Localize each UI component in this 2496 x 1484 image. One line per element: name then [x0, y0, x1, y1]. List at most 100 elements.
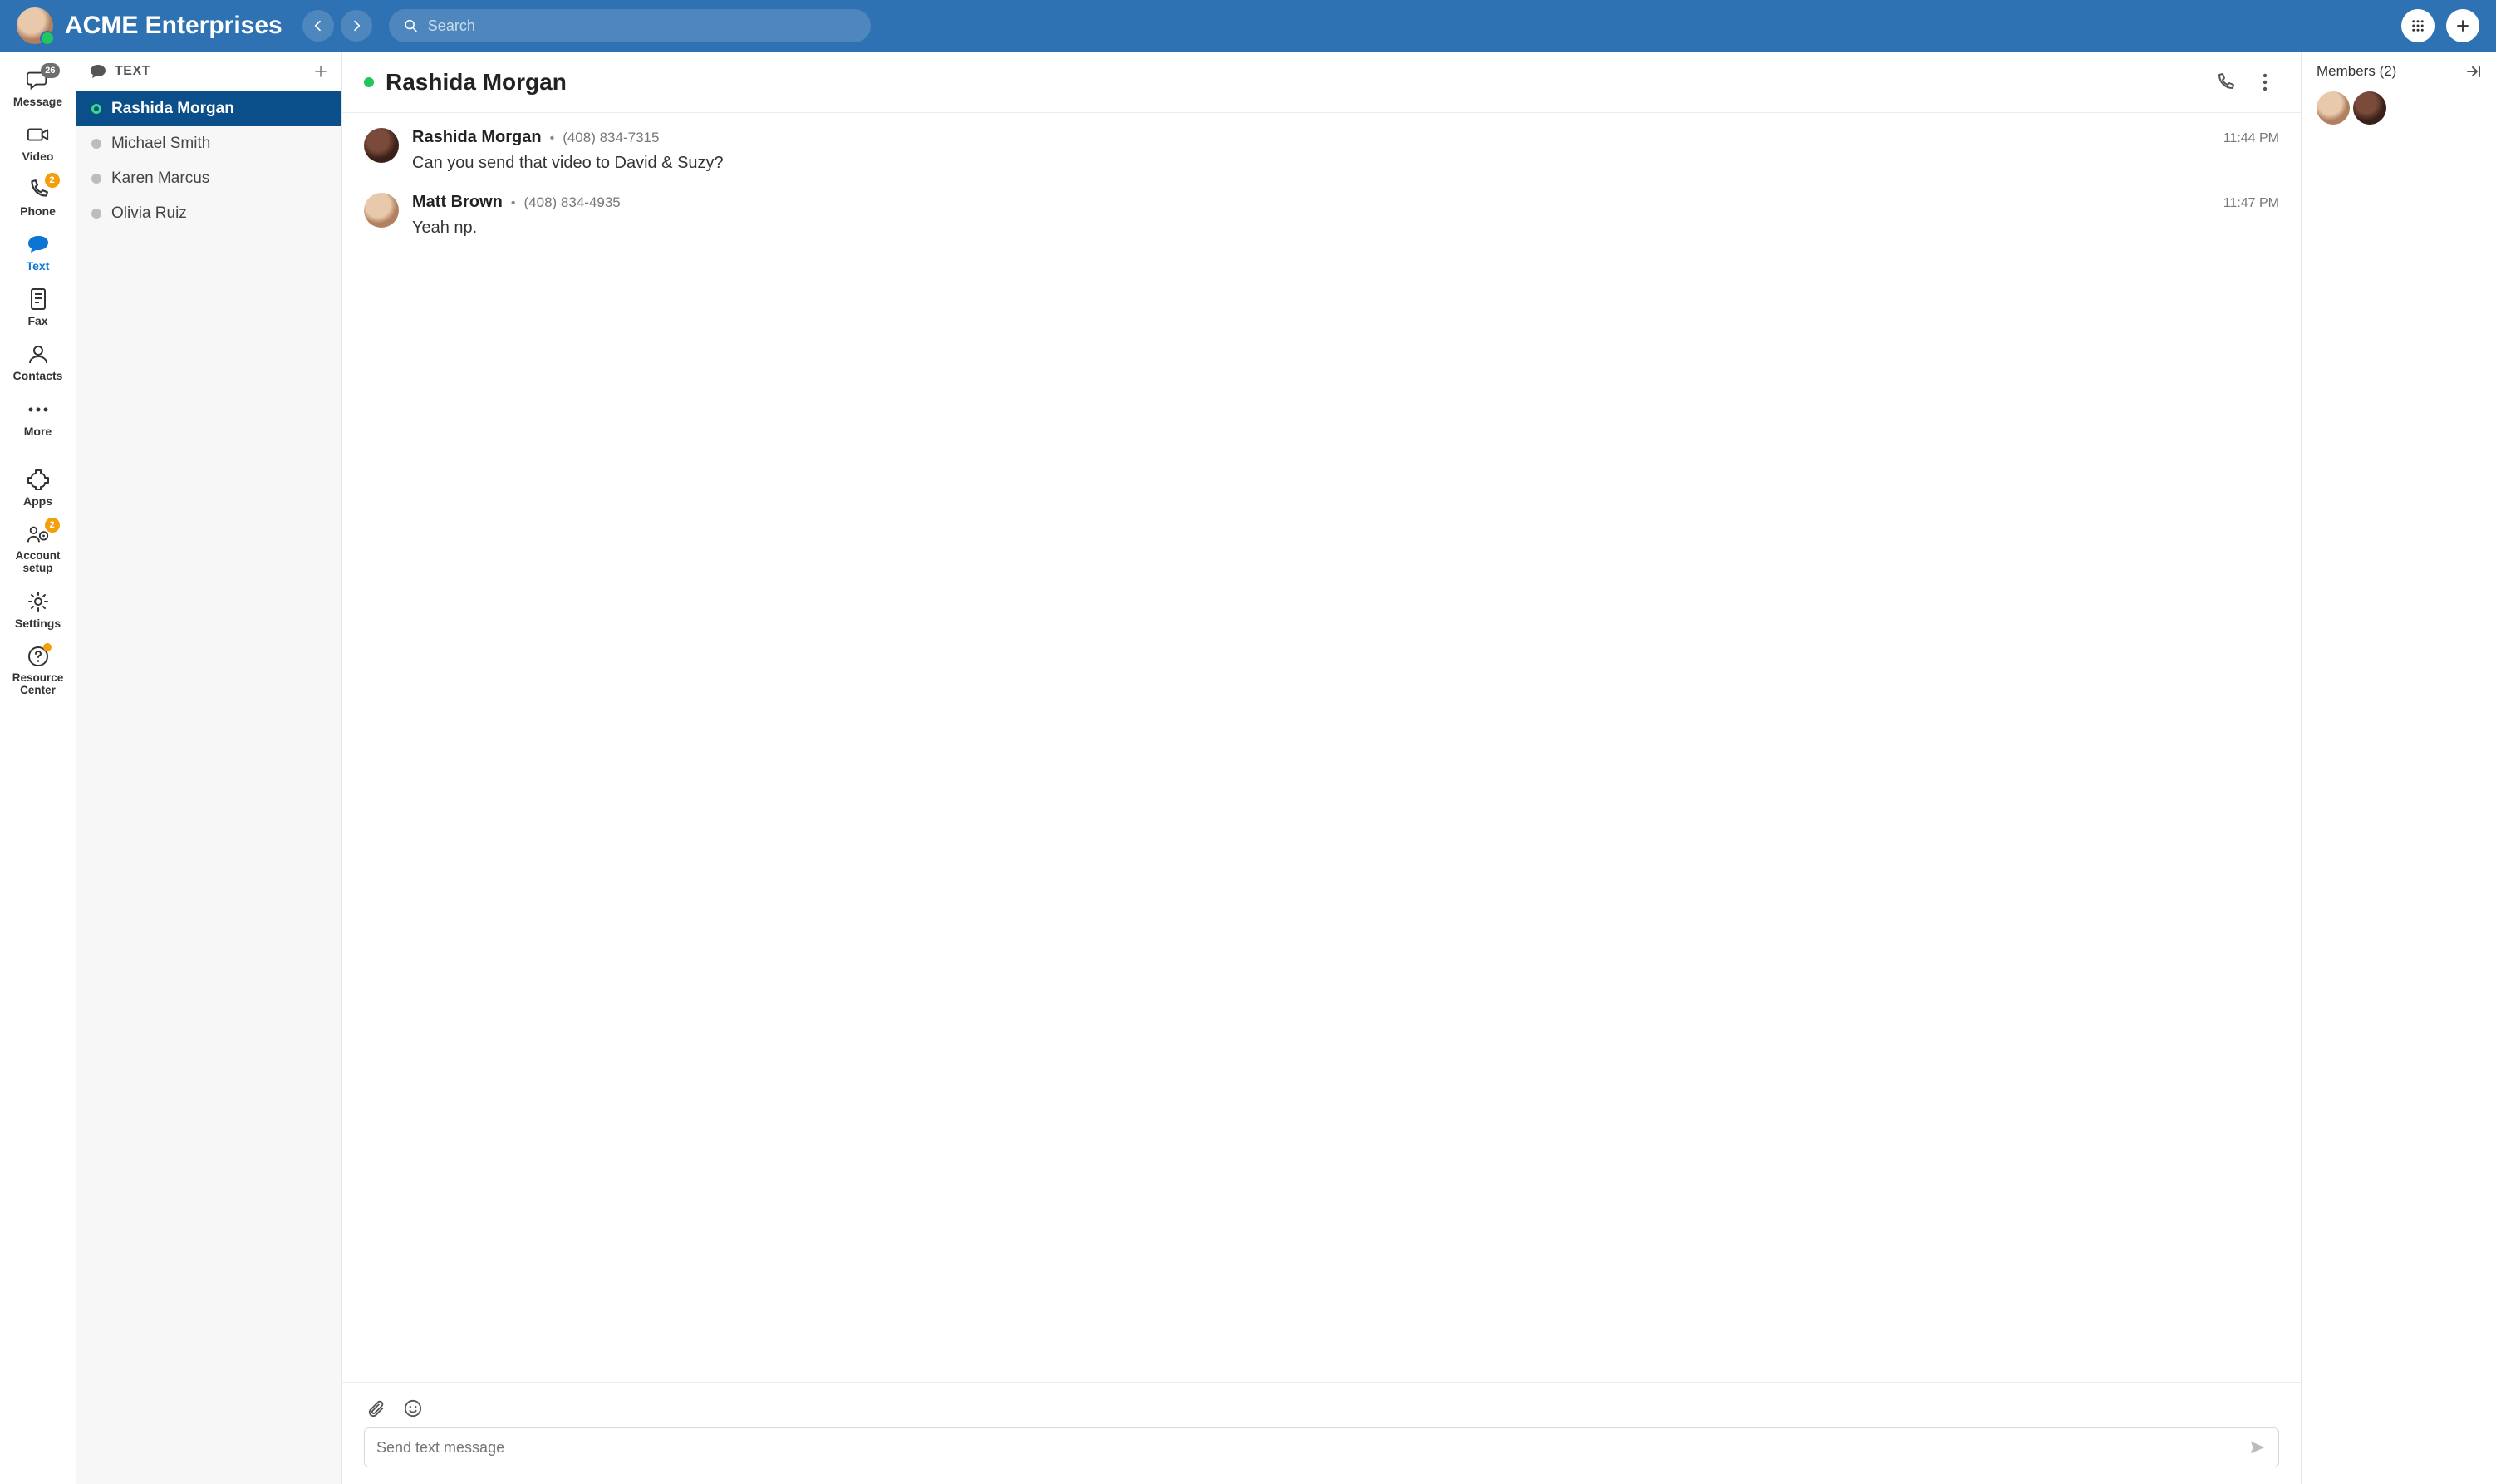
message-time: 11:44 PM — [2223, 131, 2279, 146]
rail-more[interactable]: More — [0, 391, 76, 446]
phone-icon — [2215, 72, 2235, 92]
presence-indicator — [91, 174, 101, 184]
rail-message[interactable]: 26 Message — [0, 61, 76, 116]
members-title: Members (2) — [2317, 63, 2396, 80]
separator-dot: • — [550, 131, 555, 146]
compose-area — [342, 1382, 2301, 1484]
new-conversation-button[interactable] — [313, 64, 328, 79]
rail-fax[interactable]: Fax — [0, 281, 76, 336]
attach-button[interactable] — [367, 1399, 386, 1418]
conversation-column: TEXT Rashida Morgan Michael Smith Karen … — [76, 52, 342, 1484]
rail-resource-label: Resource Center — [0, 671, 76, 697]
rail-resource-center[interactable]: Resource Center — [0, 638, 76, 705]
search-field[interactable] — [389, 9, 871, 42]
thread-body: Rashida Morgan • (408) 834-7315 11:44 PM… — [342, 113, 2301, 1382]
message-text: Yeah np. — [412, 219, 2279, 238]
message-time: 11:47 PM — [2223, 196, 2279, 211]
message-item: Rashida Morgan • (408) 834-7315 11:44 PM… — [364, 128, 2279, 173]
rail-fax-label: Fax — [27, 314, 47, 327]
member-avatar[interactable] — [2353, 91, 2386, 125]
apps-icon — [27, 469, 49, 490]
rail-text-label: Text — [27, 259, 50, 273]
rail-text[interactable]: Text — [0, 226, 76, 281]
message-sender: Matt Brown — [412, 193, 503, 212]
rail-message-label: Message — [13, 95, 62, 108]
collapse-right-icon — [2466, 65, 2481, 78]
conversation-heading: TEXT — [115, 64, 150, 79]
paperclip-icon — [367, 1399, 386, 1418]
nav-arrows — [302, 10, 372, 42]
top-bar: ACME Enterprises — [0, 0, 2496, 52]
compose-input[interactable] — [376, 1439, 2238, 1457]
presence-indicator — [91, 139, 101, 149]
dialpad-icon — [2410, 18, 2425, 33]
resource-notification-dot — [43, 643, 52, 651]
rail-phone[interactable]: 2 Phone — [0, 171, 76, 226]
dialpad-button[interactable] — [2401, 9, 2435, 42]
conversation-name: Michael Smith — [111, 135, 210, 153]
conversation-item[interactable]: Michael Smith — [76, 126, 341, 161]
nav-forward-button[interactable] — [341, 10, 372, 42]
members-column: Members (2) — [2302, 52, 2496, 1484]
collapse-members-button[interactable] — [2466, 65, 2481, 78]
rail-settings-label: Settings — [15, 617, 61, 630]
conversation-header: TEXT — [76, 52, 341, 91]
gear-icon — [27, 591, 49, 612]
emoji-icon — [404, 1399, 422, 1418]
conversation-item[interactable]: Olivia Ruiz — [76, 196, 341, 231]
compose-box[interactable] — [364, 1427, 2279, 1467]
rail-contacts[interactable]: Contacts — [0, 336, 76, 391]
separator-dot: • — [511, 196, 516, 211]
new-button[interactable] — [2446, 9, 2479, 42]
presence-indicator — [91, 104, 101, 114]
message-avatar — [364, 193, 399, 228]
thread-header: Rashida Morgan — [342, 52, 2301, 113]
conversation-name: Rashida Morgan — [111, 100, 234, 118]
conversation-item[interactable]: Rashida Morgan — [76, 91, 341, 126]
message-sender: Rashida Morgan — [412, 128, 542, 147]
current-user-avatar[interactable] — [17, 7, 53, 44]
rail-account-setup[interactable]: 2 Account setup — [0, 516, 76, 583]
chevron-left-icon — [312, 19, 325, 32]
left-rail: 26 Message Video 2 Phone Text — [0, 52, 76, 1484]
conversation-name: Olivia Ruiz — [111, 204, 187, 223]
presence-indicator — [91, 209, 101, 219]
call-button[interactable] — [2211, 68, 2239, 96]
plus-icon — [313, 64, 328, 79]
search-input[interactable] — [428, 17, 856, 35]
org-title: ACME Enterprises — [65, 12, 283, 40]
phone-badge: 2 — [45, 173, 60, 188]
members-avatar-list — [2317, 91, 2481, 125]
message-item: Matt Brown • (408) 834-4935 11:47 PM Yea… — [364, 193, 2279, 238]
conversation-list: Rashida Morgan Michael Smith Karen Marcu… — [76, 91, 341, 1484]
text-icon — [27, 233, 50, 255]
member-avatar[interactable] — [2317, 91, 2350, 125]
main-area: 26 Message Video 2 Phone Text — [0, 52, 2496, 1484]
conversation-item[interactable]: Karen Marcus — [76, 161, 341, 196]
plus-icon — [2455, 18, 2470, 33]
text-bubble-icon — [90, 64, 106, 79]
send-button[interactable] — [2248, 1438, 2267, 1457]
chevron-right-icon — [350, 19, 363, 32]
message-avatar — [364, 128, 399, 163]
message-phone: (408) 834-7315 — [563, 130, 659, 146]
rail-apps-label: Apps — [23, 494, 52, 508]
emoji-button[interactable] — [404, 1399, 422, 1418]
rail-video-label: Video — [22, 150, 54, 163]
rail-settings[interactable]: Settings — [0, 583, 76, 638]
conversation-name: Karen Marcus — [111, 170, 209, 188]
rail-video[interactable]: Video — [0, 116, 76, 171]
rail-account-label: Account setup — [0, 549, 76, 575]
message-text: Can you send that video to David & Suzy? — [412, 154, 2279, 173]
rail-phone-label: Phone — [20, 204, 56, 218]
presence-dot — [364, 77, 374, 87]
rail-apps[interactable]: Apps — [0, 461, 76, 516]
fax-icon — [28, 287, 48, 311]
message-badge: 26 — [41, 63, 59, 78]
nav-back-button[interactable] — [302, 10, 334, 42]
search-icon — [404, 18, 418, 33]
video-icon — [27, 125, 50, 144]
rail-contacts-label: Contacts — [13, 369, 63, 382]
thread-menu-button[interactable] — [2251, 68, 2279, 96]
thread-column: Rashida Morgan Rashida Morgan • (408) 83… — [342, 52, 2302, 1484]
